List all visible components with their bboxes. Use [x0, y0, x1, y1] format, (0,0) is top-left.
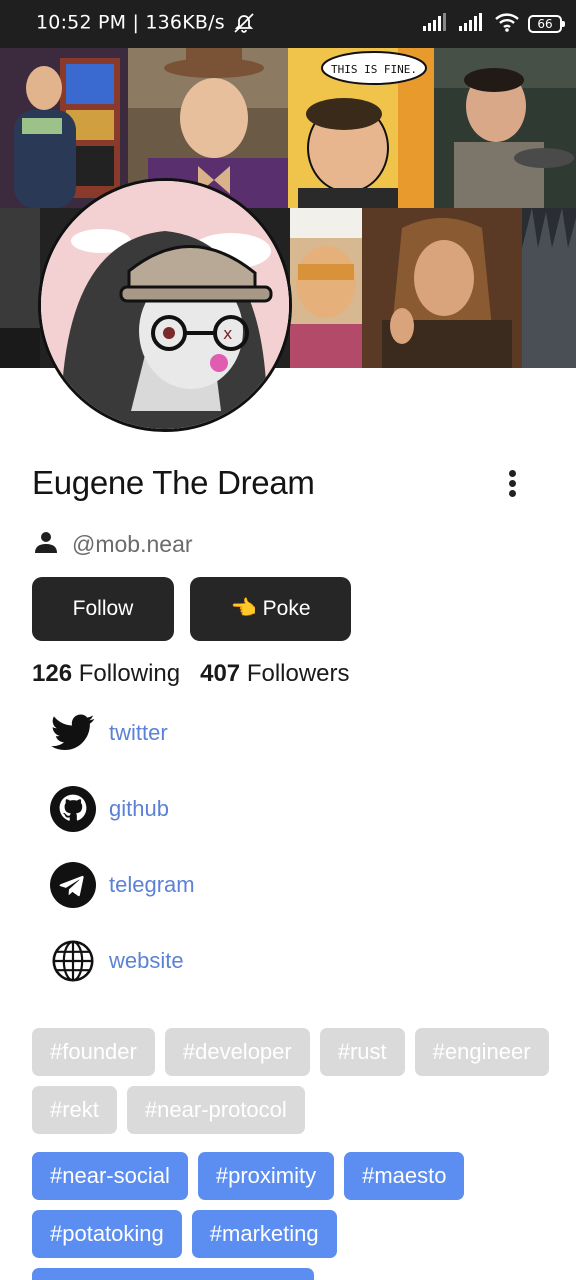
- poke-emoji-icon: 👈: [230, 597, 257, 620]
- battery-level: 66: [537, 17, 553, 31]
- follow-stats: 126 Following 407 Followers: [32, 660, 350, 688]
- twitter-link[interactable]: twitter: [50, 708, 350, 758]
- status-separator: |: [132, 11, 140, 34]
- website-link[interactable]: website: [50, 936, 350, 986]
- telegram-icon: [50, 862, 96, 908]
- telegram-link[interactable]: telegram: [50, 860, 350, 910]
- tag-chip[interactable]: #near-social: [32, 1152, 188, 1200]
- tag-chip[interactable]: #proximity: [197, 1152, 335, 1200]
- banner-tile-left: [0, 208, 40, 368]
- followers-count: 407: [200, 660, 241, 687]
- profile-page: 10:52 PM | 136KB/s 66 THIS IS FINE. x Eu…: [0, 0, 576, 1280]
- following-count: 126: [32, 660, 73, 687]
- follow-button-label: Follow: [72, 597, 134, 620]
- banner-tile-throne: [522, 208, 576, 368]
- banner-tile-bowl: [434, 48, 576, 208]
- tag-chip[interactable]: #rekt: [32, 1086, 117, 1134]
- status-time: 10:52 PM: [36, 11, 127, 34]
- twitter-link-label: twitter: [109, 720, 168, 745]
- github-link[interactable]: github: [50, 784, 350, 834]
- profile-handle-row: @mob.near: [34, 528, 193, 560]
- profile-name: Eugene The Dream: [32, 464, 315, 501]
- person-icon: [34, 530, 58, 558]
- network-speed: 136KB/s: [145, 11, 225, 34]
- signal-icon: [422, 12, 450, 36]
- tag-list-blue: #near-social #proximity #maesto #potatok…: [32, 1152, 552, 1258]
- tag-chip[interactable]: #developer: [164, 1028, 310, 1076]
- twitter-icon: [50, 710, 96, 756]
- github-link-label: github: [109, 796, 169, 821]
- website-link-label: website: [109, 948, 184, 973]
- tag-chip[interactable]: #maesto: [344, 1152, 465, 1200]
- banner-caption: THIS IS FINE.: [331, 63, 417, 76]
- banner-tile-boromir: [362, 208, 522, 368]
- status-icons: 66: [422, 11, 565, 37]
- tag-chip[interactable]: #potatoking: [32, 1210, 182, 1258]
- tag-chip-partial[interactable]: [32, 1268, 314, 1280]
- followers-label: Followers: [246, 660, 350, 687]
- tag-chip[interactable]: #founder: [32, 1028, 155, 1076]
- following-stat[interactable]: 126 Following: [32, 660, 180, 688]
- banner-tile-vegas: [290, 208, 362, 368]
- telegram-link-label: telegram: [109, 872, 195, 897]
- more-vertical-icon[interactable]: [504, 468, 520, 500]
- profile-handle: @mob.near: [72, 530, 193, 557]
- github-icon: [50, 786, 96, 832]
- svg-text:x: x: [223, 324, 232, 343]
- followers-stat[interactable]: 407 Followers: [200, 660, 349, 688]
- tag-chip[interactable]: #rust: [319, 1028, 405, 1076]
- follow-button[interactable]: Follow: [32, 577, 174, 641]
- tag-list-grey: #founder #developer #rust #engineer #rek…: [32, 1028, 552, 1134]
- banner-tile-this-is-fine: THIS IS FINE.: [288, 48, 434, 208]
- tag-chip[interactable]: #near-protocol: [126, 1086, 305, 1134]
- status-time-group: 10:52 PM | 136KB/s: [36, 11, 257, 34]
- tag-chip[interactable]: #marketing: [191, 1210, 337, 1258]
- following-label: Following: [78, 660, 181, 687]
- poke-button[interactable]: 👈 Poke: [190, 577, 351, 641]
- globe-icon: [50, 938, 96, 984]
- status-bar: 10:52 PM | 136KB/s 66: [0, 0, 576, 48]
- mute-icon: [231, 11, 257, 33]
- tag-chip[interactable]: #engineer: [414, 1028, 549, 1076]
- signal-icon: [458, 12, 486, 36]
- wifi-icon: [494, 11, 520, 37]
- banner-tile-casino: [0, 48, 128, 208]
- poke-button-label: Poke: [262, 597, 311, 620]
- battery-icon: 66: [528, 15, 565, 33]
- profile-avatar[interactable]: x: [38, 178, 292, 432]
